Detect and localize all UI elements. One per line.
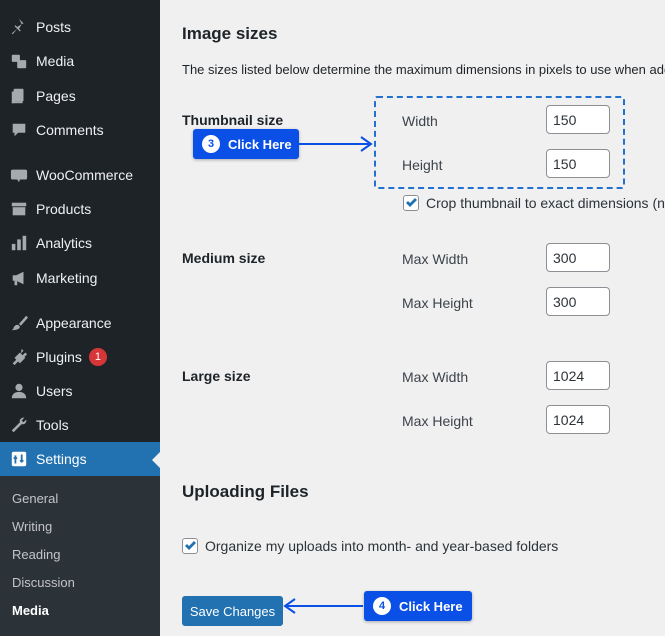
sidebar-item-label: Analytics bbox=[36, 235, 93, 251]
sidebar-item-label: Products bbox=[36, 201, 92, 217]
sidebar-item-woocommerce[interactable]: WooCommerce bbox=[0, 158, 160, 192]
image-sizes-heading: Image sizes bbox=[182, 24, 278, 43]
sidebar-item-comments[interactable]: Comments bbox=[0, 113, 160, 147]
large-width-label: Max Width bbox=[402, 369, 469, 385]
sidebar-item-pages[interactable]: Pages bbox=[0, 79, 160, 113]
brush-icon bbox=[9, 313, 29, 333]
admin-sidebar: Posts Media Pages Comments WooCommerce P… bbox=[0, 0, 160, 636]
submenu-item-media[interactable]: Media bbox=[12, 603, 49, 618]
large-height-input[interactable] bbox=[546, 405, 610, 434]
sidebar-item-label: Plugins bbox=[36, 349, 82, 365]
sidebar-item-label: Tools bbox=[36, 417, 69, 433]
chart-bar-icon bbox=[9, 233, 29, 253]
archive-icon bbox=[9, 199, 29, 219]
settings-main: Image sizes The sizes listed below deter… bbox=[160, 0, 665, 635]
crop-thumbnail-checkbox[interactable] bbox=[403, 195, 419, 211]
thumbnail-width-label: Width bbox=[402, 113, 438, 129]
sidebar-item-label: Posts bbox=[36, 19, 72, 35]
organize-uploads-row[interactable]: Organize my uploads into month- and year… bbox=[182, 538, 558, 554]
thumbnail-width-input[interactable] bbox=[546, 105, 610, 134]
sidebar-item-posts[interactable]: Posts bbox=[0, 10, 160, 44]
megaphone-icon bbox=[9, 268, 29, 288]
large-width-input[interactable] bbox=[546, 361, 610, 390]
settings-submenu: General Writing Reading Discussion Media bbox=[0, 476, 160, 636]
step-number: 3 bbox=[202, 135, 220, 153]
callout-text: Click Here bbox=[228, 136, 292, 152]
submenu-item-discussion[interactable]: Discussion bbox=[12, 575, 75, 590]
comment-icon bbox=[9, 120, 29, 140]
sidebar-item-label: Marketing bbox=[36, 270, 98, 286]
pages-icon bbox=[9, 86, 29, 106]
organize-uploads-label: Organize my uploads into month- and year… bbox=[205, 538, 559, 554]
medium-height-input[interactable] bbox=[546, 287, 610, 316]
sidebar-item-label: Users bbox=[36, 383, 73, 399]
woo-icon bbox=[9, 165, 29, 185]
sidebar-item-tools[interactable]: Tools bbox=[0, 408, 160, 442]
callout-text: Click Here bbox=[399, 598, 463, 614]
thumbnail-height-label: Height bbox=[402, 157, 443, 173]
checkmark-icon bbox=[406, 198, 417, 207]
sidebar-item-label: Comments bbox=[36, 122, 104, 138]
image-sizes-description: The sizes listed below determine the max… bbox=[182, 62, 665, 77]
thumbnail-size-label: Thumbnail size bbox=[182, 112, 284, 128]
step-3-callout: 3 Click Here bbox=[193, 129, 299, 159]
sidebar-item-label: Media bbox=[36, 53, 75, 69]
sidebar-item-analytics[interactable]: Analytics bbox=[0, 226, 160, 260]
sidebar-item-media[interactable]: Media bbox=[0, 44, 160, 78]
medium-width-label: Max Width bbox=[402, 251, 469, 267]
sidebar-item-users[interactable]: Users bbox=[0, 374, 160, 408]
sidebar-item-marketing[interactable]: Marketing bbox=[0, 261, 160, 295]
plug-icon bbox=[9, 347, 29, 367]
sidebar-item-plugins[interactable]: Plugins 1 bbox=[0, 340, 160, 374]
sidebar-item-label: Pages bbox=[36, 88, 76, 104]
checkmark-icon bbox=[185, 541, 196, 550]
sidebar-item-appearance[interactable]: Appearance bbox=[0, 306, 160, 340]
save-changes-button[interactable]: Save Changes bbox=[182, 596, 283, 626]
large-size-label: Large size bbox=[182, 368, 251, 384]
medium-size-label: Medium size bbox=[182, 250, 266, 266]
update-count-badge: 1 bbox=[88, 348, 107, 366]
organize-uploads-checkbox[interactable] bbox=[182, 538, 198, 554]
step-4-callout: 4 Click Here bbox=[364, 591, 472, 621]
step-number: 4 bbox=[373, 597, 391, 615]
thumbnail-height-input[interactable] bbox=[546, 149, 610, 178]
user-icon bbox=[9, 381, 29, 401]
sidebar-item-settings[interactable]: Settings bbox=[0, 442, 160, 476]
current-menu-arrow bbox=[152, 452, 160, 468]
large-height-label: Max Height bbox=[402, 413, 473, 429]
pin-icon bbox=[9, 17, 29, 37]
media-icon bbox=[9, 51, 29, 71]
settings-icon bbox=[9, 449, 29, 469]
medium-height-label: Max Height bbox=[402, 295, 473, 311]
crop-thumbnail-label: Crop thumbnail to exact dimensions (n bbox=[426, 195, 665, 211]
submenu-item-writing[interactable]: Writing bbox=[12, 519, 52, 534]
sidebar-item-label: Appearance bbox=[36, 315, 112, 331]
uploading-files-heading: Uploading Files bbox=[182, 482, 309, 501]
sidebar-item-label: Settings bbox=[36, 451, 87, 467]
sidebar-item-label: WooCommerce bbox=[36, 167, 133, 183]
medium-width-input[interactable] bbox=[546, 243, 610, 272]
arrow-right-icon bbox=[299, 136, 373, 152]
submenu-item-reading[interactable]: Reading bbox=[12, 547, 60, 562]
arrow-left-icon bbox=[283, 598, 363, 614]
crop-thumbnail-row[interactable]: Crop thumbnail to exact dimensions (n bbox=[403, 195, 665, 211]
submenu-item-general[interactable]: General bbox=[12, 491, 58, 506]
wrench-icon bbox=[9, 415, 29, 435]
sidebar-item-products[interactable]: Products bbox=[0, 192, 160, 226]
